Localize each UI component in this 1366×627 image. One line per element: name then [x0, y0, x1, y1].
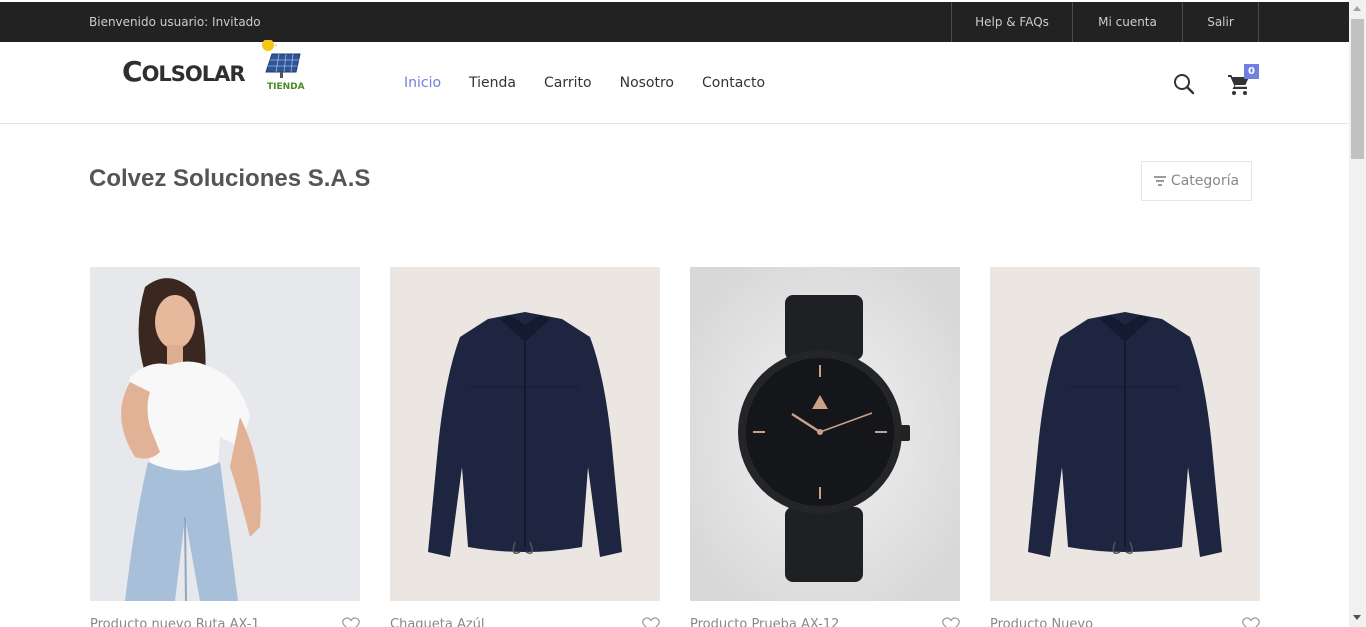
heart-icon[interactable]	[1242, 617, 1260, 627]
product-card[interactable]: Producto nuevo Ruta AX-1	[90, 267, 360, 627]
category-filter-button[interactable]: Categoría	[1141, 161, 1252, 201]
page-title: Colvez Soluciones S.A.S	[89, 165, 371, 192]
product-card[interactable]: Producto Prueba AX-12	[690, 267, 960, 627]
logout-link[interactable]: Salir	[1182, 2, 1259, 42]
top-links: Help & FAQs Mi cuenta Salir	[951, 2, 1259, 42]
nav-inicio[interactable]: Inicio	[404, 75, 441, 91]
product-name[interactable]: Chaqueta Azúl	[390, 617, 485, 627]
product-card[interactable]: Producto Nuevo	[990, 267, 1260, 627]
product-image[interactable]	[90, 267, 360, 601]
scroll-down-arrow-icon[interactable]	[1353, 615, 1361, 620]
page-scrollbar[interactable]	[1349, 0, 1366, 627]
product-name[interactable]: Producto Prueba AX-12	[690, 617, 839, 627]
woman-photo	[90, 267, 360, 601]
main-header: COLSOLAR TIENDA Inicio Tienda Carrito No…	[0, 40, 1349, 124]
product-image[interactable]	[390, 267, 660, 601]
scroll-up-arrow-icon[interactable]	[1353, 6, 1361, 11]
nav-contacto[interactable]: Contacto	[702, 75, 765, 91]
solar-panel-icon	[262, 40, 301, 78]
product-image[interactable]	[690, 267, 960, 601]
heart-icon[interactable]	[342, 617, 360, 627]
my-account-link[interactable]: Mi cuenta	[1072, 2, 1182, 42]
product-name[interactable]: Producto Nuevo	[990, 617, 1093, 627]
scrollbar-thumb[interactable]	[1351, 19, 1364, 159]
cart-count-badge: 0	[1244, 64, 1259, 79]
nav-carrito[interactable]: Carrito	[544, 75, 592, 91]
welcome-text: Bienvenido usuario: Invitado	[89, 15, 261, 29]
logo-subtitle: TIENDA	[267, 82, 305, 92]
help-faqs-link[interactable]: Help & FAQs	[951, 2, 1072, 42]
logo-text-rest: OLSOLAR	[141, 62, 246, 86]
category-filter-label: Categoría	[1170, 173, 1240, 189]
logo[interactable]: COLSOLAR TIENDA	[122, 40, 307, 102]
nav-tienda[interactable]: Tienda	[469, 75, 516, 91]
heart-icon[interactable]	[942, 617, 960, 627]
nav-nosotro[interactable]: Nosotro	[620, 75, 674, 91]
search-icon[interactable]	[1173, 73, 1195, 95]
watch-photo	[690, 267, 960, 601]
main-nav: Inicio Tienda Carrito Nosotro Contacto	[404, 75, 793, 91]
heart-icon[interactable]	[642, 617, 660, 627]
jacket-photo	[390, 267, 660, 601]
product-name[interactable]: Producto nuevo Ruta AX-1	[90, 617, 260, 627]
product-image[interactable]	[990, 267, 1260, 601]
top-bar: Bienvenido usuario: Invitado Help & FAQs…	[0, 2, 1349, 42]
logo-text-initial: C	[122, 55, 143, 88]
jacket-photo	[990, 267, 1260, 601]
product-card[interactable]: Chaqueta Azúl	[390, 267, 660, 627]
filter-icon	[1153, 176, 1166, 186]
logo-text: COLSOLAR	[122, 55, 246, 88]
